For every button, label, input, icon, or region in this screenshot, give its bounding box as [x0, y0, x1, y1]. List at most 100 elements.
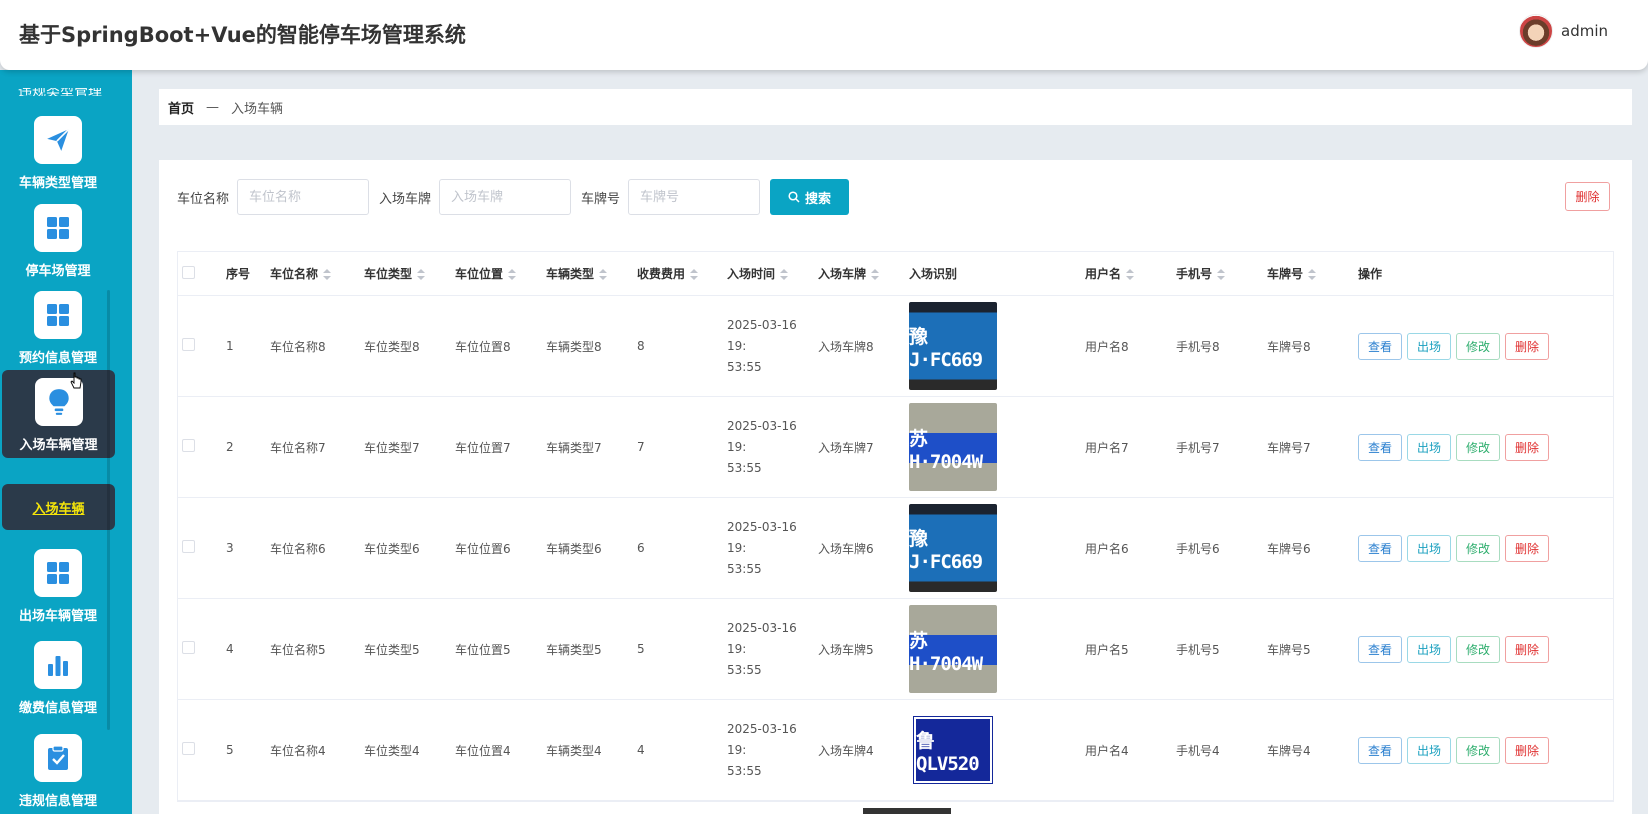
cell-vehicle-type: 车辆类型6	[546, 541, 602, 556]
sidebar-item-payment[interactable]: 缴费信息管理	[0, 641, 116, 729]
row-checkbox[interactable]	[182, 338, 195, 351]
sort-icon[interactable]	[1308, 268, 1317, 281]
search-button[interactable]: 搜索	[770, 179, 850, 215]
user-menu[interactable]: admin	[1519, 14, 1608, 48]
hand-cursor-icon	[70, 372, 82, 389]
plate-text: 豫J·FC669	[909, 527, 983, 573]
edit-button[interactable]: 修改	[1456, 332, 1500, 360]
cell-fee: 5	[637, 642, 645, 656]
sort-icon[interactable]	[871, 268, 880, 281]
exit-button[interactable]: 出场	[1407, 332, 1451, 360]
cell-plate-number: 车牌号6	[1267, 541, 1311, 556]
plate-number-input[interactable]	[628, 179, 761, 215]
delete-button[interactable]: 删除	[1505, 534, 1549, 562]
sidebar-scrollbar[interactable]	[107, 290, 110, 730]
sort-icon[interactable]	[599, 268, 608, 281]
row-checkbox[interactable]	[182, 439, 195, 452]
view-button[interactable]: 查看	[1358, 534, 1402, 562]
exit-button[interactable]: 出场	[1407, 433, 1451, 461]
row-checkbox[interactable]	[182, 540, 195, 553]
edit-button[interactable]: 修改	[1456, 736, 1500, 764]
col-header-sortable[interactable]: 手机号	[1176, 265, 1267, 282]
cell-fee: 7	[637, 440, 645, 454]
plate-image[interactable]: 鲁QLV520	[909, 706, 997, 794]
cell-index: 5	[226, 743, 234, 757]
avatar[interactable]	[1519, 14, 1553, 48]
delete-button[interactable]: 删除	[1505, 736, 1549, 764]
col-header-sortable[interactable]: 车辆类型	[546, 265, 637, 282]
cell-spot-name: 车位名称5	[270, 642, 326, 657]
plate-image[interactable]: 苏H·7004W	[909, 605, 997, 693]
sidebar-item-label: 违规信息管理	[18, 794, 97, 809]
table-row: 4 车位名称5 车位类型5 车位位置5 车辆类型5 5 2025-03-16 1…	[178, 599, 1613, 700]
sidebar-item-label: 预约信息管理	[18, 351, 97, 366]
row-checkbox[interactable]	[182, 641, 195, 654]
col-header-sortable[interactable]: 用户名	[1085, 265, 1176, 282]
plate-image[interactable]: 豫J·FC669	[909, 302, 997, 390]
cell-entry-time: 2025-03-16 19: 53:55	[727, 620, 797, 677]
col-header: 序号	[226, 267, 251, 281]
col-header-sortable[interactable]: 车位类型	[364, 265, 455, 282]
row-checkbox[interactable]	[182, 742, 195, 755]
table-row: 5 车位名称4 车位类型4 车位位置4 车辆类型4 4 2025-03-16 1…	[178, 700, 1613, 801]
col-header-sortable[interactable]: 车位名称	[270, 265, 364, 282]
sidebar-item-cut-label[interactable]: 违规类型管理	[18, 88, 102, 96]
col-header-sortable[interactable]: 车位位置	[455, 265, 546, 282]
sort-icon[interactable]	[323, 268, 332, 281]
sort-icon[interactable]	[780, 268, 789, 281]
plate-image[interactable]: 苏H·7004W	[909, 403, 997, 491]
sidebar-item-parking-lot[interactable]: 停车场管理	[0, 204, 116, 292]
view-button[interactable]: 查看	[1358, 736, 1402, 764]
clipboard-check-icon	[34, 734, 82, 782]
sort-icon[interactable]	[417, 268, 426, 281]
delete-button[interactable]: 删除	[1505, 433, 1549, 461]
cell-spot-position: 车位位置6	[455, 541, 511, 556]
view-button[interactable]: 查看	[1358, 635, 1402, 663]
sidebar-item-violation[interactable]: 违规信息管理	[0, 734, 116, 814]
cell-spot-name: 车位名称6	[270, 541, 326, 556]
col-header-sortable[interactable]: 入场时间	[727, 265, 818, 282]
sidebar-subitem-entry-vehicle[interactable]: 入场车辆	[2, 484, 115, 530]
breadcrumb-home[interactable]: 首页	[168, 98, 194, 117]
entry-plate-input[interactable]	[439, 179, 572, 215]
plate-image-partial	[863, 808, 951, 814]
row-actions: 查看 出场 修改 删除	[1358, 635, 1608, 663]
select-all-checkbox[interactable]	[182, 265, 195, 279]
batch-delete-button[interactable]: 删除	[1565, 182, 1610, 211]
col-header: 操作	[1358, 267, 1383, 281]
sidebar-item-entry-vehicles[interactable]: 入场车辆管理	[2, 370, 115, 458]
cell-spot-name: 车位名称8	[270, 339, 326, 354]
plate-text: 豫J·FC669	[909, 325, 983, 371]
plate-image[interactable]: 豫J·FC669	[909, 504, 997, 592]
exit-button[interactable]: 出场	[1407, 534, 1451, 562]
edit-button[interactable]: 修改	[1456, 433, 1500, 461]
cell-fee: 8	[637, 339, 645, 353]
spot-name-input[interactable]	[237, 179, 370, 215]
delete-button[interactable]: 删除	[1505, 332, 1549, 360]
sidebar-item-reservation[interactable]: 预约信息管理	[0, 291, 116, 379]
view-button[interactable]: 查看	[1358, 433, 1402, 461]
plate-number-label: 车牌号	[581, 191, 621, 207]
col-header-sortable[interactable]: 车牌号	[1267, 265, 1358, 282]
cell-entry-plate: 入场车牌6	[818, 541, 874, 556]
username[interactable]: admin	[1561, 22, 1608, 40]
cell-fee: 6	[637, 541, 645, 555]
sidebar-item-vehicle-type[interactable]: 车辆类型管理	[0, 116, 116, 204]
sort-icon[interactable]	[508, 268, 517, 281]
exit-button[interactable]: 出场	[1407, 635, 1451, 663]
sort-icon[interactable]	[690, 268, 699, 281]
edit-button[interactable]: 修改	[1456, 534, 1500, 562]
sidebar-item-label: 出场车辆管理	[18, 609, 97, 624]
cell-plate-number: 车牌号4	[1267, 743, 1311, 758]
delete-button[interactable]: 删除	[1505, 635, 1549, 663]
sidebar-item-label: 缴费信息管理	[18, 701, 97, 716]
view-button[interactable]: 查看	[1358, 332, 1402, 360]
exit-button[interactable]: 出场	[1407, 736, 1451, 764]
sort-icon[interactable]	[1217, 268, 1226, 281]
col-header-sortable[interactable]: 收费费用	[637, 265, 727, 282]
edit-button[interactable]: 修改	[1456, 635, 1500, 663]
cell-username: 用户名8	[1085, 339, 1129, 354]
col-header-sortable[interactable]: 入场车牌	[818, 265, 909, 282]
sort-icon[interactable]	[1126, 268, 1135, 281]
sidebar-item-exit-vehicles[interactable]: 出场车辆管理	[0, 549, 116, 637]
